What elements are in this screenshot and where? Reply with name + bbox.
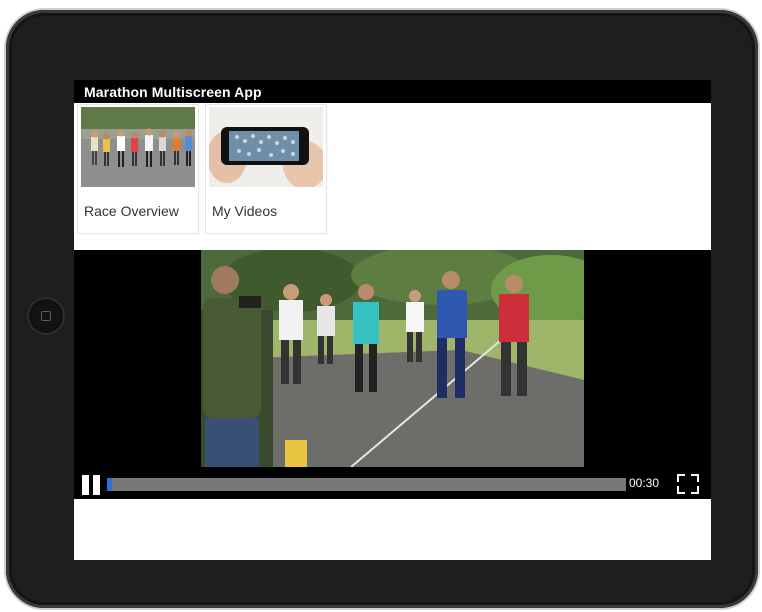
my-videos-thumbnail [209,107,323,187]
my-videos-label: My Videos [212,203,278,219]
fullscreen-icon-corner [691,486,699,494]
fullscreen-button[interactable] [677,474,699,494]
fullscreen-icon-corner [677,486,685,494]
time-display: 00:30 [629,476,660,490]
pause-button[interactable] [82,475,104,495]
marathon-video-image [201,250,584,467]
content-area [74,499,711,560]
fullscreen-icon-corner [691,474,699,482]
pause-icon [82,475,89,495]
phone-recording-image [209,107,323,187]
race-overview-card[interactable]: Race Overview [78,105,198,233]
video-frame[interactable] [201,250,584,467]
title-bar: Marathon Multiscreen App [74,80,711,103]
app-screen: Marathon Multiscreen App Race Overview M… [74,80,711,560]
my-videos-card[interactable]: My Videos [206,105,326,233]
tablet-device: Marathon Multiscreen App Race Overview M… [6,10,758,608]
home-button-icon [41,311,51,321]
progress-fill [107,478,112,491]
race-overview-thumbnail [81,107,195,187]
race-overview-label: Race Overview [84,203,179,219]
pause-icon-bar [93,475,100,495]
video-player: 00:30 [74,250,711,499]
player-controls: 00:30 [74,467,711,499]
app-title: Marathon Multiscreen App [84,84,262,100]
marathon-runners-image [81,107,195,187]
progress-bar[interactable] [107,478,626,491]
fullscreen-icon [677,474,685,482]
home-button[interactable] [27,297,65,335]
